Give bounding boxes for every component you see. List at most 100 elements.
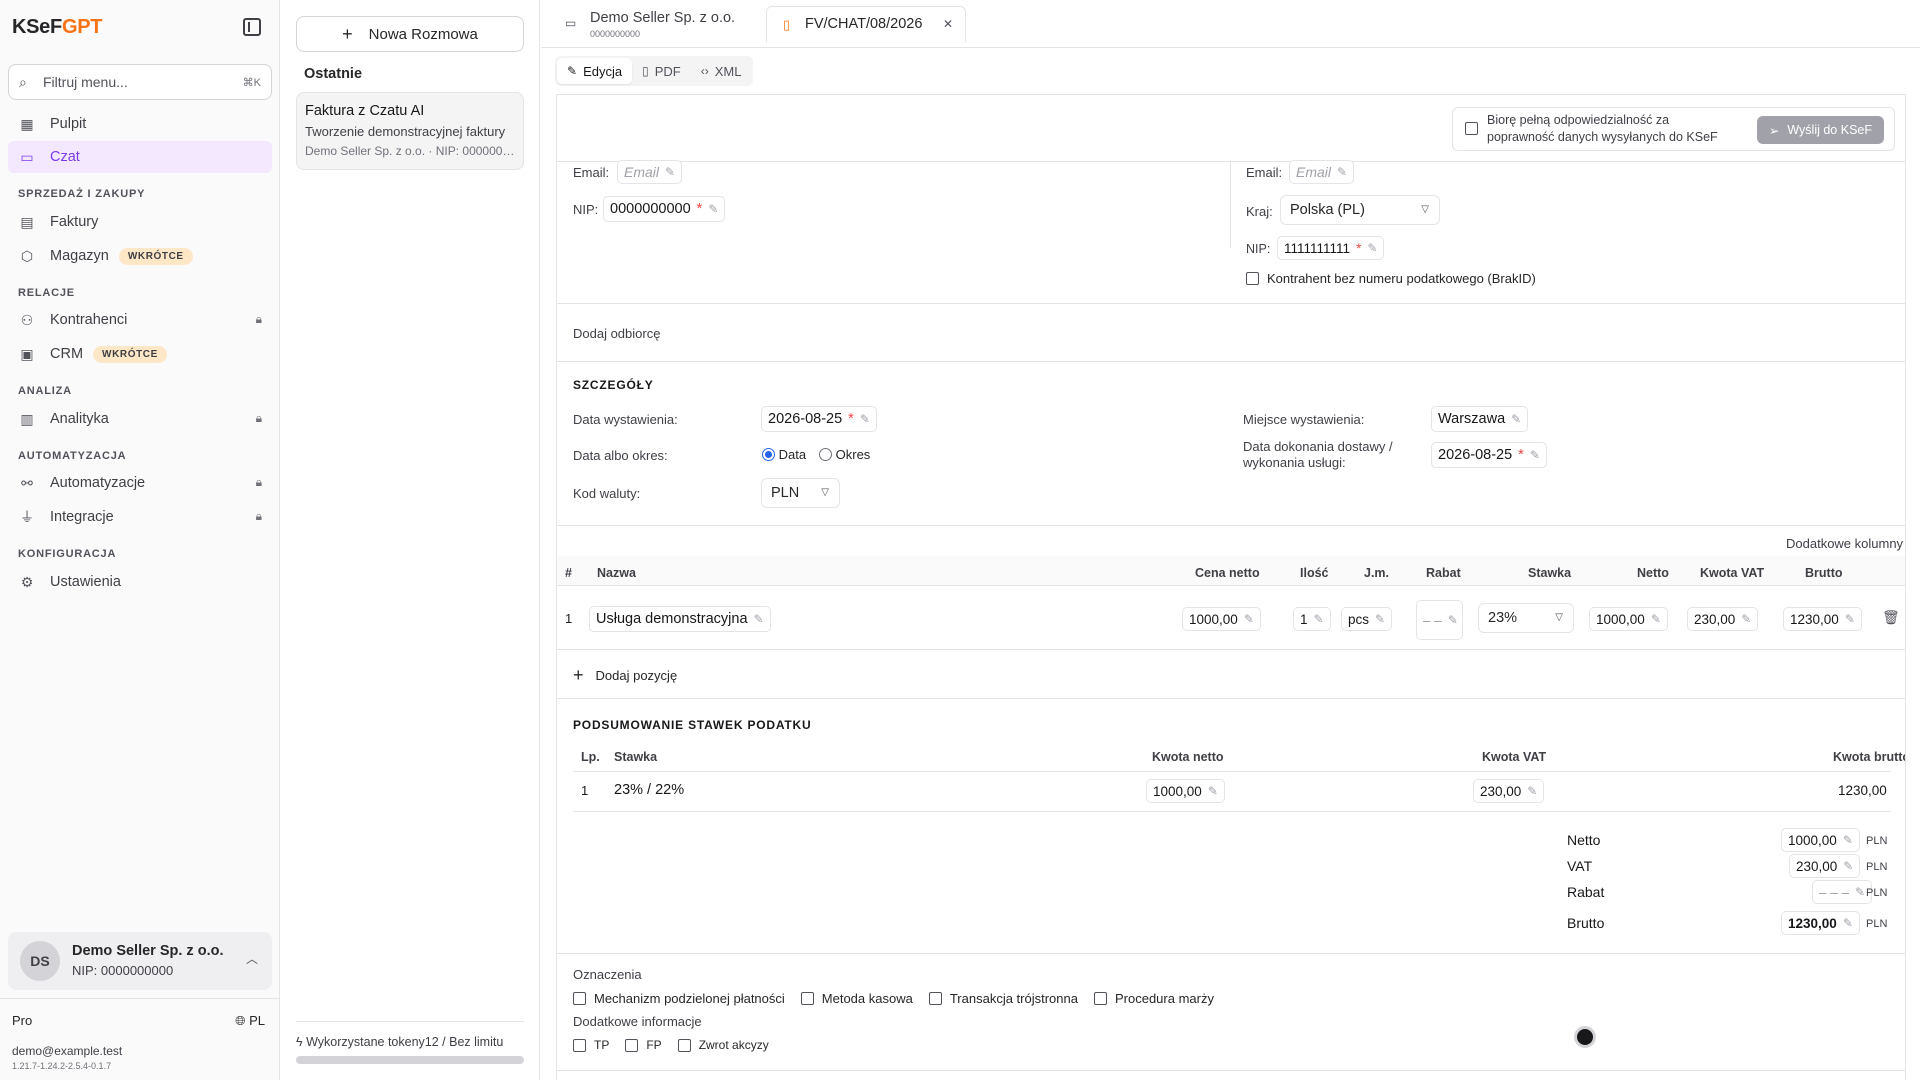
sidebar-item-analityka[interactable]: ▥ Analityka 🔒︎ — [8, 403, 272, 435]
sidebar-toggle-icon[interactable] — [243, 18, 261, 36]
tab-edit[interactable]: ✎ Edycja — [557, 58, 633, 84]
fp-checkbox[interactable] — [625, 1038, 639, 1052]
sidebar-item-kontrahenci[interactable]: ⚇ Kontrahenci 🔒︎ — [8, 304, 272, 336]
item-unit-field[interactable]: pcs ✎ — [1341, 607, 1393, 631]
sidebar-item-czat[interactable]: ▭ Czat — [8, 141, 272, 173]
responsibility-checkbox[interactable] — [1465, 122, 1478, 135]
item-qty-field[interactable]: 1 ✎ — [1293, 607, 1331, 631]
tab-invoice[interactable]: ▯ FV/CHAT/08/2026 ✕ — [766, 6, 966, 42]
divider — [0, 998, 280, 999]
add-item-button[interactable]: + Dodaj pozycję — [573, 665, 677, 686]
account-switcher[interactable]: DS Demo Seller Sp. z o.o. NIP: 000000000… — [8, 932, 272, 990]
total-net-field[interactable]: 1000,00 ✎ — [1781, 828, 1860, 852]
no-tax-id-option[interactable]: Kontrahent bez numeru podatkowego (BrakI… — [1246, 271, 1536, 286]
tax-vat-field[interactable]: 230,00 ✎ — [1473, 779, 1545, 803]
total-gross-field[interactable]: 1230,00 ✎ — [1781, 911, 1860, 935]
floating-action-dot[interactable] — [1574, 1026, 1596, 1048]
item-vat-field[interactable]: 230,00 ✎ — [1687, 607, 1759, 631]
pencil-icon: ✎ — [1313, 612, 1324, 626]
radio-date-input[interactable] — [762, 448, 775, 461]
sidebar-item-crm[interactable]: ▣ CRM WKRÓTCE — [8, 338, 272, 370]
avatar: DS — [20, 941, 60, 981]
extra-info-options: TP FP Zwrot akcyzy — [573, 1038, 769, 1052]
section-label-sales: SPRZEDAŻ I ZAKUPY — [18, 188, 146, 200]
item-net-field[interactable]: 1000,00 ✎ — [1589, 607, 1668, 631]
chat-icon: ▭ — [565, 16, 577, 30]
split-payment-checkbox[interactable] — [573, 992, 586, 1005]
buyer-country-label: Kraj: — [1246, 204, 1273, 219]
radio-period-input[interactable] — [819, 448, 832, 461]
col-no: # — [565, 566, 572, 580]
extra-columns-link[interactable]: Dodatkowe kolumny — [1786, 536, 1903, 551]
pencil-icon: ✎ — [1375, 612, 1386, 626]
details-heading: SZCZEGÓŁY — [573, 378, 654, 392]
plug-icon: ⏚ — [20, 509, 34, 525]
sidebar-item-automatyzacje[interactable]: ⚯ Automatyzacje 🔒︎ — [8, 467, 272, 499]
total-discount-label: Rabat — [1567, 884, 1605, 900]
buyer-country-select[interactable]: Polska (PL) ▽ — [1280, 195, 1440, 225]
add-recipient-link[interactable]: Dodaj odbiorcę — [573, 326, 660, 341]
place-field[interactable]: Warszawa ✎ — [1431, 406, 1529, 432]
col-tax-gross: Kwota brutto — [1833, 750, 1906, 764]
delivery-date-field[interactable]: 2026-08-25 * ✎ — [1431, 442, 1547, 468]
divider — [557, 1070, 1905, 1071]
tab-xml[interactable]: ‹› XML — [691, 58, 752, 84]
seller-email-field[interactable]: Email ✎ — [617, 160, 683, 184]
buyer-nip-field[interactable]: 1111111111 * ✎ — [1277, 236, 1385, 260]
margin-procedure-checkbox[interactable] — [1093, 992, 1107, 1005]
pencil-icon: ✎ — [567, 64, 578, 78]
seller-nip-field[interactable]: 0000000000 * ✎ — [603, 196, 726, 222]
plan-label: Pro — [12, 1013, 33, 1028]
item-discount-field[interactable]: – – ✎ — [1416, 600, 1463, 640]
currency-unit: PLN — [1866, 887, 1888, 899]
divider — [573, 771, 1891, 772]
menu-filter-input[interactable] — [43, 72, 233, 92]
sidebar-item-integracje[interactable]: ⏚ Integracje 🔒︎ — [8, 501, 272, 533]
buyer-email-field[interactable]: Email ✎ — [1289, 160, 1355, 184]
currency-unit: PLN — [1866, 918, 1888, 930]
cash-method-checkbox[interactable] — [800, 992, 814, 1005]
tax-net-field[interactable]: 1000,00 ✎ — [1146, 779, 1225, 803]
sidebar-item-pulpit[interactable]: ▦ Pulpit — [8, 108, 272, 140]
tab-pdf[interactable]: ▯ PDF — [632, 58, 691, 84]
chat-list-item[interactable]: Faktura z Czatu AI Tworzenie demonstracy… — [296, 92, 524, 170]
issue-date-field[interactable]: 2026-08-25 * ✎ — [761, 406, 877, 432]
radio-date[interactable]: Data — [762, 447, 806, 462]
triangular-transaction-label: Transakcja trójstronna — [949, 991, 1078, 1006]
send-to-ksef-button[interactable]: ➢ Wyślij do KSeF — [1756, 116, 1884, 144]
item-rate-select[interactable]: 23% ▽ — [1478, 603, 1574, 633]
item-gross-field[interactable]: 1230,00 ✎ — [1783, 607, 1862, 631]
fp-label: FP — [646, 1038, 662, 1052]
sidebar-item-magazyn[interactable]: ⬡ Magazyn WKRÓTCE — [8, 240, 272, 272]
tp-label: TP — [594, 1038, 610, 1052]
radio-period[interactable]: Okres — [819, 447, 870, 462]
trash-icon[interactable]: 🗑︎ — [1882, 609, 1900, 626]
menu-filter[interactable]: ⌕ ⌘K — [8, 64, 272, 100]
no-tax-id-checkbox[interactable] — [1246, 272, 1259, 285]
sidebar-item-faktury[interactable]: ▤ Faktury — [8, 206, 272, 238]
seller-email-label: Email: — [573, 165, 610, 180]
date-or-period-label: Data albo okres: — [573, 448, 668, 463]
code-icon: ‹› — [700, 64, 709, 78]
recent-heading: Ostatnie — [304, 66, 363, 82]
language-switcher[interactable]: 🌐︎ PL — [235, 1013, 265, 1029]
col-name: Nazwa — [597, 566, 636, 580]
total-discount-field[interactable]: – – – ✎ — [1812, 880, 1873, 904]
gear-icon: ⚙ — [20, 573, 34, 590]
item-name-field[interactable]: Usługa demonstracyjna ✎ — [589, 606, 771, 632]
app-logo[interactable]: KSeFGPT — [12, 16, 102, 39]
total-vat-field[interactable]: 230,00 ✎ — [1789, 854, 1861, 878]
new-chat-button[interactable]: + Nowa Rozmowa — [296, 16, 524, 52]
send-confirmation: Biorę pełną odpowiedzialność za poprawnoś… — [1452, 107, 1895, 151]
pencil-icon: ✎ — [708, 202, 719, 216]
close-icon[interactable]: ✕ — [943, 17, 953, 31]
bolt-icon: ϟ — [296, 1035, 303, 1049]
item-net-price-field[interactable]: 1000,00 ✎ — [1182, 607, 1261, 631]
currency-unit: PLN — [1866, 861, 1888, 873]
tp-checkbox[interactable] — [573, 1038, 586, 1052]
sidebar-item-ustawienia[interactable]: ⚙ Ustawienia — [8, 566, 272, 598]
currency-label: Kod waluty: — [573, 486, 641, 501]
excise-refund-checkbox[interactable] — [677, 1038, 691, 1052]
currency-select[interactable]: PLN ▽ — [761, 478, 840, 508]
triangular-transaction-checkbox[interactable] — [928, 992, 942, 1005]
